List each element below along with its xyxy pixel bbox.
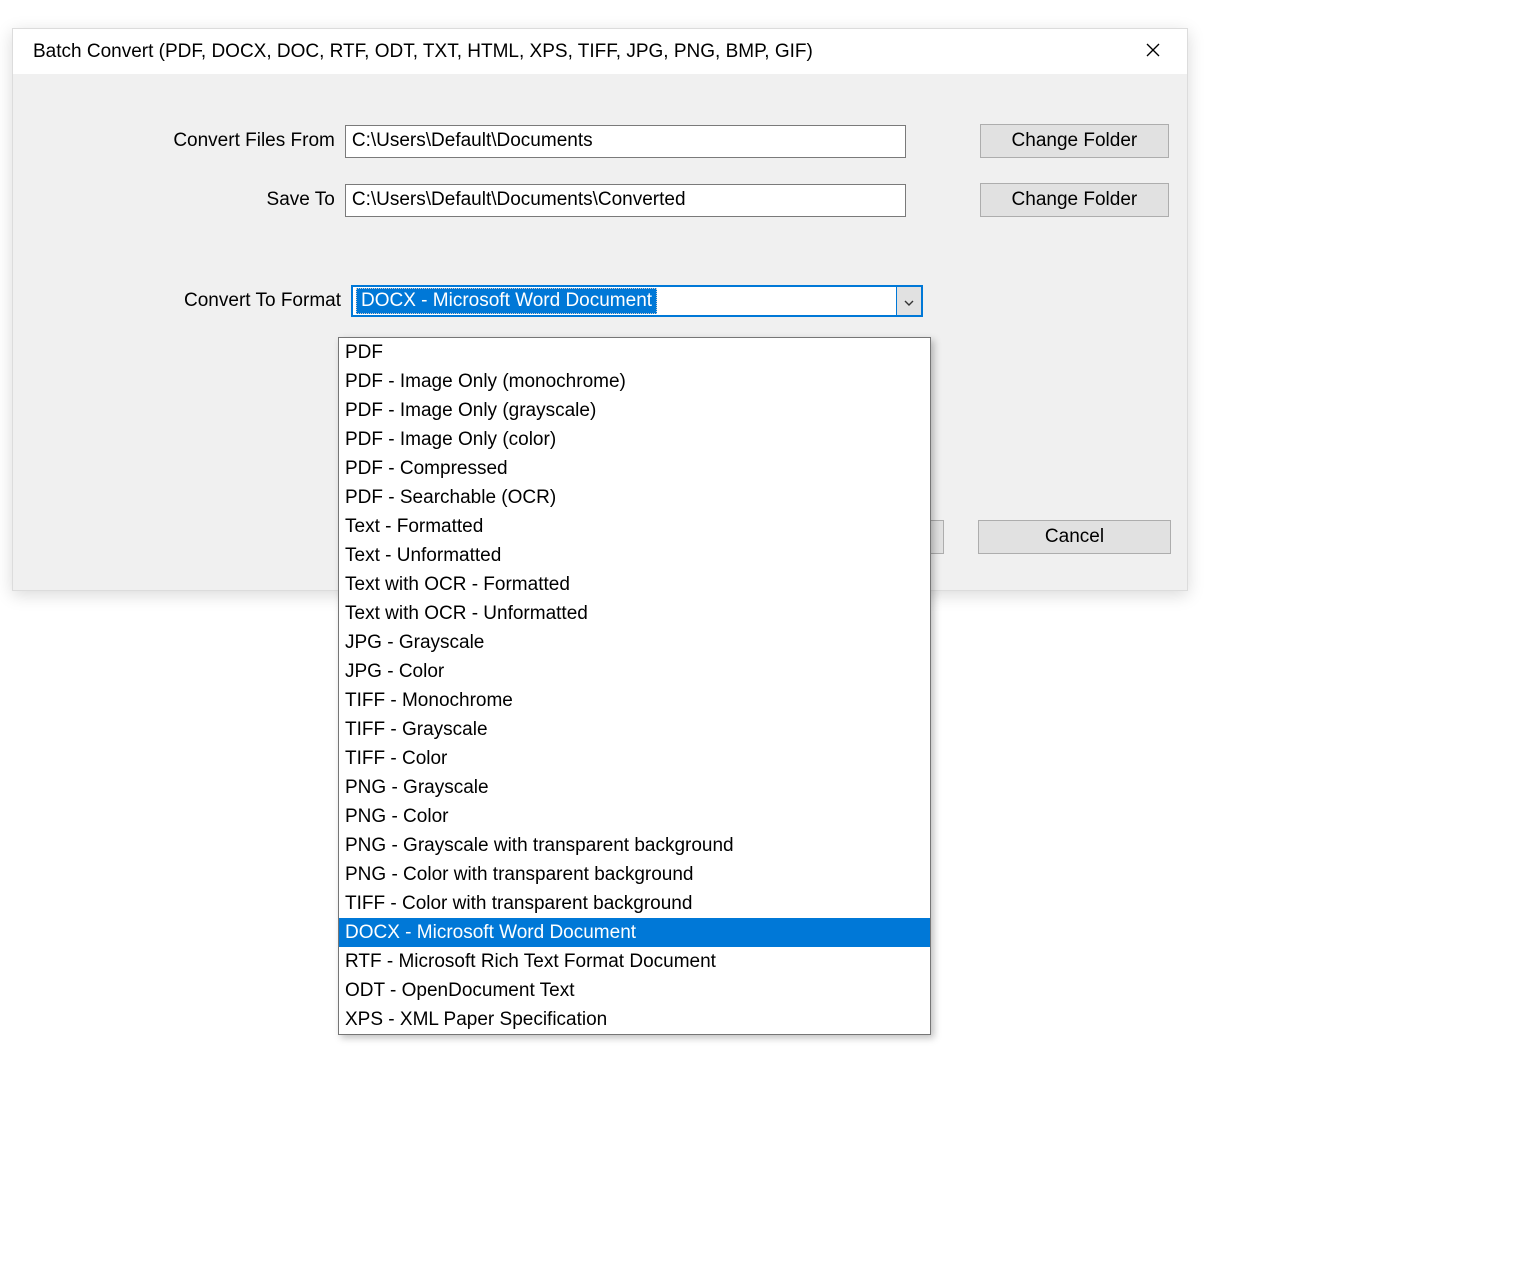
convert-format-combobox[interactable]: DOCX - Microsoft Word Document xyxy=(351,285,923,317)
dropdown-option[interactable]: PDF - Searchable (OCR) xyxy=(339,483,930,512)
dropdown-option[interactable]: Text with OCR - Unformatted xyxy=(339,599,930,628)
dropdown-option[interactable]: RTF - Microsoft Rich Text Format Documen… xyxy=(339,947,930,976)
dropdown-option[interactable]: XPS - XML Paper Specification xyxy=(339,1005,930,1034)
dropdown-option[interactable]: PNG - Grayscale xyxy=(339,773,930,802)
dropdown-option[interactable]: TIFF - Color xyxy=(339,744,930,773)
dialog-title: Batch Convert (PDF, DOCX, DOC, RTF, ODT,… xyxy=(33,41,813,63)
dropdown-option[interactable]: PNG - Color xyxy=(339,802,930,831)
combo-dropdown-button[interactable] xyxy=(896,286,922,316)
convert-from-label: Convert Files From xyxy=(31,130,345,152)
dropdown-option[interactable]: PNG - Color with transparent background xyxy=(339,860,930,889)
convert-format-combo-container: DOCX - Microsoft Word Document xyxy=(351,285,923,317)
save-to-input[interactable] xyxy=(345,184,906,217)
save-to-label: Save To xyxy=(31,189,345,211)
dropdown-option[interactable]: DOCX - Microsoft Word Document xyxy=(339,918,930,947)
convert-from-row: Convert Files From Change Folder xyxy=(31,124,1169,158)
cancel-button[interactable]: Cancel xyxy=(978,520,1171,554)
save-to-row: Save To Change Folder xyxy=(31,183,1169,217)
dropdown-option[interactable]: PDF - Image Only (color) xyxy=(339,425,930,454)
dropdown-option[interactable]: TIFF - Grayscale xyxy=(339,715,930,744)
chevron-down-icon xyxy=(904,290,914,312)
change-folder-saveto-button[interactable]: Change Folder xyxy=(980,183,1169,217)
dropdown-option[interactable]: PDF - Image Only (monochrome) xyxy=(339,367,930,396)
close-button[interactable] xyxy=(1133,32,1173,72)
convert-format-selected: DOCX - Microsoft Word Document xyxy=(356,288,657,314)
convert-format-dropdown-list[interactable]: PDFPDF - Image Only (monochrome)PDF - Im… xyxy=(338,337,931,1035)
dropdown-option[interactable]: ODT - OpenDocument Text xyxy=(339,976,930,1005)
convert-format-row: Convert To Format DOCX - Microsoft Word … xyxy=(31,285,1169,317)
dropdown-option[interactable]: Text - Formatted xyxy=(339,512,930,541)
dropdown-option[interactable]: TIFF - Color with transparent background xyxy=(339,889,930,918)
convert-format-label: Convert To Format xyxy=(31,290,351,312)
dropdown-option[interactable]: Text - Unformatted xyxy=(339,541,930,570)
dropdown-option[interactable]: PDF - Image Only (grayscale) xyxy=(339,396,930,425)
convert-from-input[interactable] xyxy=(345,125,906,158)
titlebar: Batch Convert (PDF, DOCX, DOC, RTF, ODT,… xyxy=(13,29,1187,74)
dropdown-option[interactable]: JPG - Color xyxy=(339,657,930,686)
dropdown-option[interactable]: PDF - Compressed xyxy=(339,454,930,483)
dropdown-option[interactable]: PNG - Grayscale with transparent backgro… xyxy=(339,831,930,860)
change-folder-from-button[interactable]: Change Folder xyxy=(980,124,1169,158)
dropdown-option[interactable]: JPG - Grayscale xyxy=(339,628,930,657)
dropdown-option[interactable]: Text with OCR - Formatted xyxy=(339,570,930,599)
dropdown-option[interactable]: TIFF - Monochrome xyxy=(339,686,930,715)
close-icon xyxy=(1146,41,1160,63)
dropdown-option[interactable]: PDF xyxy=(339,338,930,367)
